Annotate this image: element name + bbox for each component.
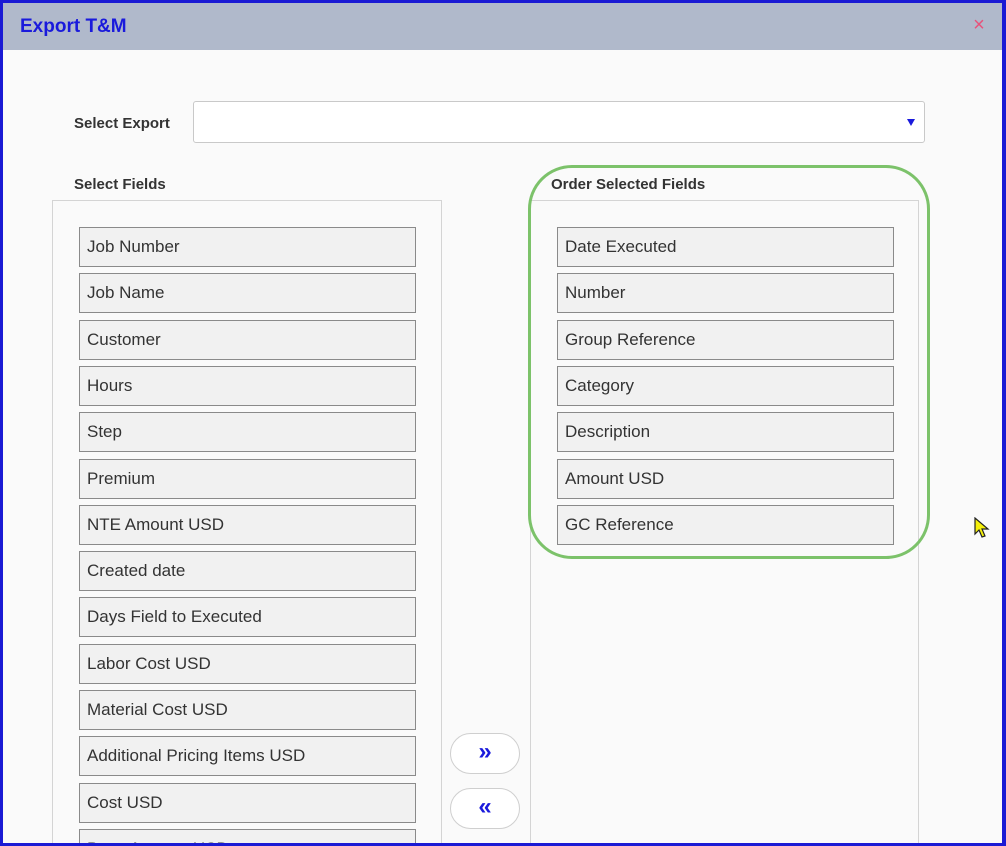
list-item[interactable]: Additional Pricing Items USD bbox=[79, 736, 416, 777]
double-chevron-left-icon: « bbox=[478, 793, 492, 820]
list-item[interactable]: Cost USD bbox=[79, 782, 416, 823]
order-selected-fields-list: Date Executed Number Group Reference Catego… bbox=[530, 200, 919, 843]
select-export-dropdown[interactable] bbox=[193, 101, 925, 143]
list-item[interactable]: Created date bbox=[79, 551, 416, 592]
list-item[interactable]: GC Reference bbox=[557, 504, 894, 545]
double-chevron-right-icon: » bbox=[478, 738, 492, 765]
list-item[interactable]: Number bbox=[557, 273, 894, 314]
add-all-button[interactable]: » bbox=[450, 733, 520, 774]
list-item[interactable]: Base Amount USD bbox=[79, 828, 416, 843]
list-item[interactable]: Hours bbox=[79, 365, 416, 406]
list-item[interactable]: Material Cost USD bbox=[79, 690, 416, 730]
export-dialog: Export T&M × Select Export Select Fields… bbox=[0, 0, 1006, 846]
list-item[interactable]: Job Number bbox=[79, 227, 416, 267]
select-fields-list: Job Number Job Name Customer Hours Step Premi… bbox=[52, 200, 442, 843]
order-selected-fields-heading: Order Selected Fields bbox=[551, 176, 706, 193]
chevron-down-icon bbox=[907, 119, 915, 126]
dialog-title: Export T&M bbox=[20, 16, 127, 37]
close-icon[interactable]: × bbox=[970, 15, 988, 35]
remove-all-button[interactable]: « bbox=[450, 788, 520, 829]
list-item[interactable]: Amount USD bbox=[557, 458, 894, 499]
list-item[interactable]: Description bbox=[557, 412, 894, 453]
dialog-title-bar: Export T&M × bbox=[3, 3, 1002, 50]
list-item[interactable]: Premium bbox=[79, 458, 416, 499]
list-item[interactable]: Days Field to Executed bbox=[79, 597, 416, 638]
mouse-cursor-icon bbox=[974, 516, 990, 544]
list-item[interactable]: NTE Amount USD bbox=[79, 504, 416, 545]
list-item[interactable]: Group Reference bbox=[557, 319, 894, 360]
list-item[interactable]: Step bbox=[79, 412, 416, 453]
select-fields-heading: Select Fields bbox=[74, 176, 166, 193]
list-item[interactable]: Labor Cost USD bbox=[79, 643, 416, 684]
select-export-label: Select Export bbox=[74, 115, 170, 132]
list-item[interactable]: Category bbox=[557, 365, 894, 406]
list-item[interactable]: Date Executed bbox=[557, 227, 894, 267]
list-item[interactable]: Customer bbox=[79, 319, 416, 360]
list-item[interactable]: Job Name bbox=[79, 273, 416, 314]
